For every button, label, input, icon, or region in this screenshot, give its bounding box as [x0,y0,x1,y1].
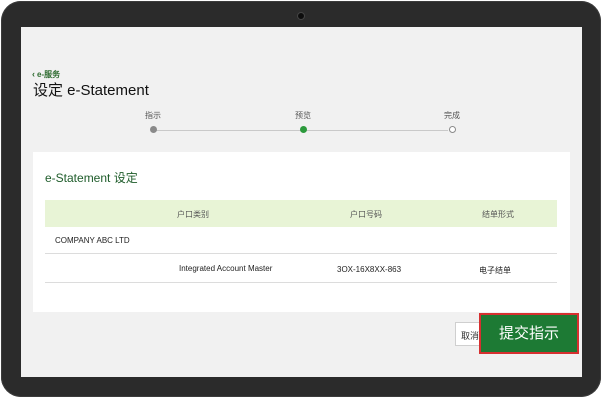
company-name: COMPANY ABC LTD [55,236,130,245]
cell-statement-format: 电子结单 [479,266,511,275]
settings-card: e-Statement 设定 户口类别 户口号码 结单形式 COMPANY AB… [33,152,570,312]
step-label: 完成 [444,111,460,120]
card-title: e-Statement 设定 [45,171,138,185]
step-instruction: 指示 [123,111,183,133]
step-done-dot-icon [149,126,157,133]
progress-stepper: 指示 预览 完成 [145,111,460,137]
cell-account-number: 3OX-16X8XX-863 [337,265,402,274]
camera-icon [298,13,304,19]
cell-account-type: Integrated Account Master [179,264,273,273]
step-label: 预览 [295,111,311,120]
header-statement-format: 结单形式 [482,210,514,219]
step-current-dot-icon [299,126,307,133]
table-row: Integrated Account Master 3OX-16X8XX-863… [45,254,557,283]
step-preview: 预览 [273,111,333,133]
header-account-type: 户口类别 [177,210,209,219]
company-group-row: COMPANY ABC LTD [45,227,557,254]
step-label: 指示 [145,111,161,120]
header-account-number: 户口号码 [350,210,382,219]
accounts-table: 户口类别 户口号码 结单形式 COMPANY ABC LTD Integrate… [45,200,557,283]
step-complete: 完成 [422,111,482,133]
submit-instruction-button[interactable]: 提交指示 [479,313,579,354]
page-title: 设定 e-Statement [33,82,149,99]
step-pending-dot-icon [448,126,456,133]
table-header: 户口类别 户口号码 结单形式 [45,200,557,227]
chevron-left-icon: ‹ [32,69,35,79]
